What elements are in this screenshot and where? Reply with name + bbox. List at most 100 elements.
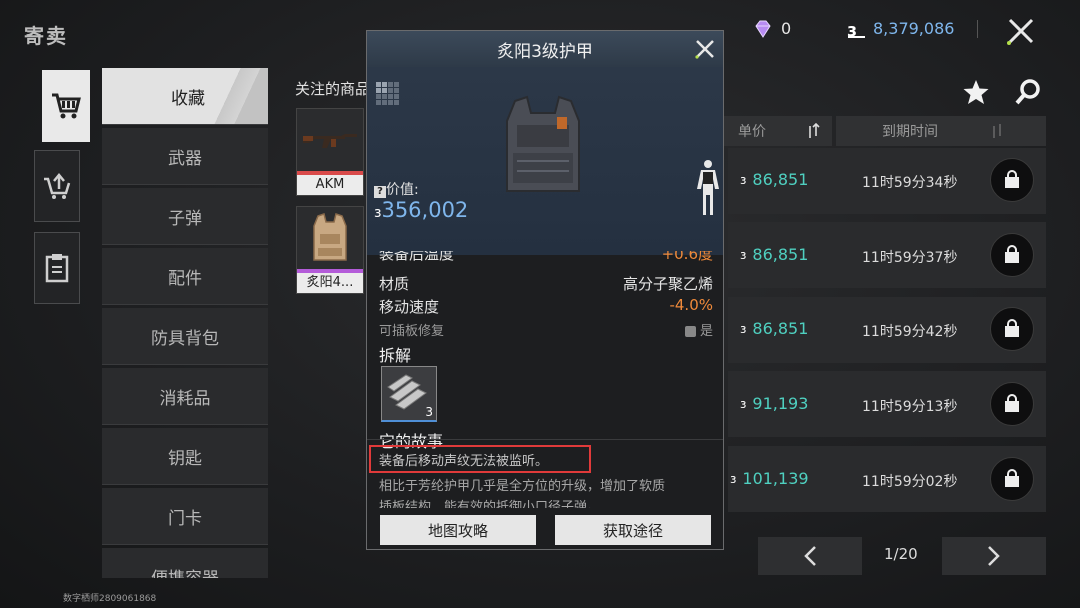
map-guide-button[interactable]: 地图攻略 [380,515,536,545]
story-text: 相比于芳纶护甲几乎是全方位的升级，增加了软质 [379,479,666,494]
close-icon[interactable] [1004,14,1038,48]
armor-vest-image [506,95,580,192]
category-favorites[interactable]: 收藏 [102,68,268,125]
item-detail-modal: 炙阳3级护甲 ? 价值: ɜ356,002 装备后温度 +0.6度 材质 高分子… [366,30,724,550]
prop-temperature: 装备后温度 +0.6度 [379,251,713,265]
watched-item-card[interactable]: 炙阳4... [296,206,364,294]
value-label-text: 价值: [386,182,419,198]
category-weapons[interactable]: 武器 [102,128,268,185]
currency-icon: ɜ [740,172,747,187]
column-label: 到期时间 [882,124,938,140]
item-name: 炙阳4... [297,273,363,293]
row-price: ɜ 86,851 [740,319,808,338]
buy-button[interactable] [990,233,1034,277]
category-list: 收藏 武器 子弹 配件 防具背包 消耗品 钥匙 门卡 便携容器 [102,68,268,578]
shopping-bag-icon [1005,469,1019,487]
coin-balance: 8,379,086 [873,19,955,38]
prop-value: 高分子聚乙烯 [622,275,713,293]
next-page-button[interactable] [942,537,1046,575]
rail-records-button[interactable] [34,232,80,304]
diamond-icon [755,20,771,38]
row-price: ɜ 101,139 [730,469,809,488]
row-expire-time: 11时59分42秒 [862,324,958,340]
currency-icon: ɜ [740,247,747,262]
modal-header: 炙阳3级护甲 [367,31,723,67]
watermark-text: 数字栖师2809061868 [63,594,157,604]
item-name: AKM [297,175,363,195]
category-attachments[interactable]: 配件 [102,248,268,305]
dismantle-material-slot[interactable]: 3 [381,366,437,422]
sort-icon [993,124,1001,138]
category-containers[interactable]: 便携容器 [102,548,268,578]
chevron-left-icon [804,546,816,566]
column-header-price[interactable]: 单价 [724,116,832,146]
category-consumables[interactable]: 消耗品 [102,368,268,425]
rifle-icon [297,109,363,171]
body-slot-icon [697,160,719,215]
column-header-expire[interactable]: 到期时间 [836,116,1046,146]
row-price: ɜ 86,851 [740,245,808,264]
prop-label: 可插板修复 [379,324,445,339]
story-text: 插板结构，能有效的抵御小口径子弹。 [379,500,601,508]
cart-icon [52,93,81,119]
currency-icon: ɜ [847,20,865,40]
currency-icon: ɜ [730,471,737,486]
item-value: ɜ356,002 [374,198,468,222]
row-expire-time: 11时59分13秒 [862,399,958,415]
prop-value-wrap: 是 [684,320,713,339]
clipboard-icon [45,254,69,283]
price-value: 86,851 [752,319,809,338]
rail-sell-button[interactable] [34,150,80,222]
shopping-bag-icon [1005,319,1019,337]
page-title: 寄卖 [24,24,68,48]
row-expire-time: 11时59分02秒 [862,474,958,490]
rail-buy-button[interactable] [42,70,90,142]
star-icon[interactable] [962,78,990,106]
shopping-bag-icon [1005,170,1019,188]
acquire-source-button[interactable]: 获取途径 [555,515,711,545]
prop-repairable: 可插板修复 是 [379,320,713,339]
category-armor-bags[interactable]: 防具背包 [102,308,268,365]
close-icon[interactable] [693,37,717,61]
item-preview-panel: ? 价值: ɜ356,002 [367,67,723,255]
prop-label: 材质 [379,275,410,293]
chevron-right-icon [988,546,1000,566]
sort-icon [809,123,820,138]
prop-material: 材质 高分子聚乙烯 [379,273,713,294]
help-icon: ? [374,186,386,198]
divider [367,439,723,440]
row-price: ɜ 86,851 [740,170,808,189]
buy-button[interactable] [990,158,1034,202]
shopping-bag-icon [1005,394,1019,412]
gem-count: 0 [781,19,792,38]
category-keycards[interactable]: 门卡 [102,488,268,545]
prop-move-speed: 移动速度 -4.0% [379,296,713,317]
category-ammo[interactable]: 子弹 [102,188,268,245]
prop-value: 是 [699,324,713,339]
prop-value: -4.0% [669,296,713,314]
prop-value: +0.6度 [661,251,713,263]
material-count: 3 [425,405,433,419]
grid-size-icon [376,82,399,105]
watch-label: 关注的商品 [295,80,371,98]
watched-item-card[interactable]: AKM [296,108,364,196]
shopping-bag-icon [1005,245,1019,263]
currency-icon: ɜ [740,321,747,336]
page-indicator: 1/20 [884,545,918,563]
buy-button[interactable] [990,307,1034,351]
price-value: 91,193 [752,394,809,413]
prop-label: 移动速度 [379,298,440,316]
search-icon[interactable] [1014,78,1042,106]
buy-button[interactable] [990,382,1034,426]
row-expire-time: 11时59分34秒 [862,175,958,191]
currency-icon: ɜ [740,396,747,411]
column-label: 单价 [738,124,766,140]
dismantle-title: 拆解 [379,346,412,365]
prev-page-button[interactable] [758,537,862,575]
wrench-icon [684,326,696,337]
buy-button[interactable] [990,457,1034,501]
row-expire-time: 11时59分37秒 [862,250,958,266]
armor-vest-icon [297,207,363,269]
item-value-number: 356,002 [381,198,469,222]
category-keys[interactable]: 钥匙 [102,428,268,485]
